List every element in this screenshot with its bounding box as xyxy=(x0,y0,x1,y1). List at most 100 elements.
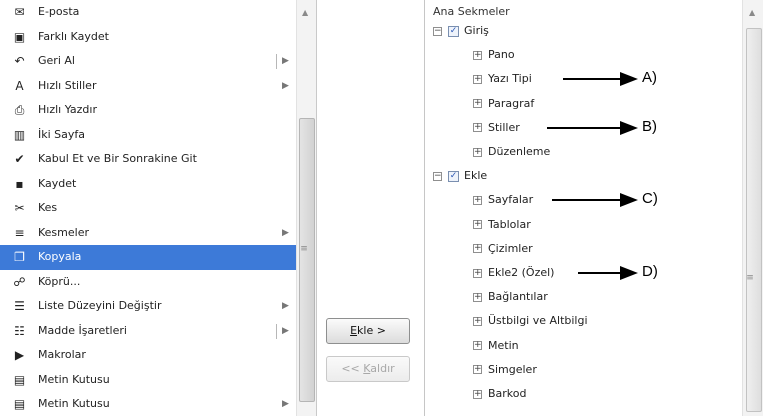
bullets-icon: ☷ xyxy=(14,323,25,338)
tab-checkbox[interactable]: ✓ xyxy=(448,170,459,182)
tree-scrollbar[interactable]: ▲ ≡ xyxy=(742,0,763,416)
tab-checkbox[interactable]: ✓ xyxy=(448,25,459,37)
scroll-up-arrow-icon[interactable]: ▲ xyxy=(302,8,308,17)
tree-node-label: Barkod xyxy=(488,387,527,400)
expand-icon[interactable]: + xyxy=(473,195,482,205)
command-item[interactable]: A Hızlı Stiller ▶ xyxy=(0,74,296,99)
command-item[interactable]: ▤ Metin Kutusu ▶ xyxy=(0,392,296,416)
tree-group-node[interactable]: + Metin xyxy=(473,335,519,357)
expand-icon[interactable]: + xyxy=(473,50,482,60)
email-icon: ✉ xyxy=(14,5,25,19)
submenu-arrow-icon: ▶ xyxy=(282,56,289,66)
expand-icon[interactable]: + xyxy=(473,74,482,84)
tree-group-node[interactable]: + Düzenleme xyxy=(473,141,550,163)
expand-icon[interactable]: + xyxy=(473,389,482,399)
command-label: Hızlı Yazdır xyxy=(38,103,97,116)
command-item[interactable]: ▣ Farklı Kaydet xyxy=(0,25,296,50)
command-item[interactable]: ✉ E-posta xyxy=(0,0,296,25)
arrow-line xyxy=(563,78,620,81)
expand-icon[interactable]: + xyxy=(473,220,482,230)
command-item[interactable]: ▪ Kaydet xyxy=(0,172,296,197)
tree-group-node[interactable]: + Tablolar xyxy=(473,214,531,236)
expand-icon[interactable]: + xyxy=(473,123,482,133)
tree-group-node[interactable]: + Üstbilgi ve Altbilgi xyxy=(473,310,588,332)
tree-group-node[interactable]: + Pano xyxy=(473,44,515,66)
command-label: Hızlı Stiller xyxy=(38,78,97,92)
annotation-label: D) xyxy=(642,263,658,280)
arrow-head-icon xyxy=(620,72,638,87)
add-button[interactable]: Ekle > xyxy=(326,318,410,344)
breaks-icon: ≡ xyxy=(14,225,25,240)
tree-group-node[interactable]: + Barkod xyxy=(473,383,527,405)
expand-icon[interactable]: + xyxy=(473,147,482,157)
command-item[interactable]: ❐ Kopyala xyxy=(0,245,296,270)
submenu-arrow-icon: ▶ xyxy=(282,325,289,336)
copy-icon: ❐ xyxy=(14,250,25,264)
tree-group-node[interactable]: + Yazı Tipi xyxy=(473,68,532,90)
command-label: Kesmeler xyxy=(38,225,89,239)
command-label: Liste Düzeyini Değiştir xyxy=(38,299,162,312)
command-item[interactable]: ☷ Madde İşaretleri ▶ xyxy=(0,319,296,344)
tree-group-node[interactable]: + Paragraf xyxy=(473,93,534,115)
tree-node-label: Sayfalar xyxy=(488,193,534,207)
tree-tab-node[interactable]: − ✓ Ekle xyxy=(433,165,487,187)
tree-node-label: Bağlantılar xyxy=(488,290,548,304)
quick-print-icon: ⎙ xyxy=(14,103,25,117)
arrow-head-icon xyxy=(620,266,638,280)
tree-tab-node[interactable]: − ✓ Giriş xyxy=(433,20,489,42)
collapse-icon[interactable]: − xyxy=(433,171,442,181)
accept-next-icon: ✔ xyxy=(14,152,25,166)
command-item[interactable]: ✂ Kes xyxy=(0,196,296,221)
tree-node-label: Ekle xyxy=(464,169,488,183)
collapse-icon[interactable]: − xyxy=(433,26,442,36)
command-item[interactable]: ✔ Kabul Et ve Bir Sonrakine Git xyxy=(0,147,296,172)
arrow-head-icon xyxy=(620,193,638,208)
text-box-icon: ▤ xyxy=(13,397,26,411)
scroll-up-arrow-icon[interactable]: ▲ xyxy=(749,8,755,17)
arrow-line xyxy=(547,126,620,129)
expand-icon[interactable]: + xyxy=(473,99,482,109)
command-item[interactable]: ▤ Metin Kutusu xyxy=(0,368,296,393)
expand-icon[interactable]: + xyxy=(473,316,482,326)
tree-group-node[interactable]: + Çizimler xyxy=(473,238,533,260)
add-button-label: kle > xyxy=(357,324,386,337)
command-item[interactable]: ☍ Köprü... xyxy=(0,270,296,295)
command-item[interactable]: ≡ Kesmeler ▶ xyxy=(0,221,296,246)
expand-icon[interactable]: + xyxy=(473,244,482,254)
expand-icon[interactable]: + xyxy=(473,268,482,278)
tree-group-node[interactable]: + Stiller xyxy=(473,117,520,139)
tree-group-node[interactable]: + Ekle2 (Özel) xyxy=(473,262,554,284)
tree-node-label: Giriş xyxy=(464,24,489,37)
command-item[interactable]: ▶ Makrolar xyxy=(0,343,296,368)
undo-icon: ↶ xyxy=(14,54,25,68)
submenu-arrow-icon: ▶ xyxy=(282,399,289,409)
cut-icon: ✂ xyxy=(14,201,25,215)
tree-node-label: Stiller xyxy=(488,120,520,134)
command-label: Köprü... xyxy=(38,274,81,288)
expand-icon[interactable]: + xyxy=(473,292,482,302)
save-as-icon: ▣ xyxy=(13,29,26,44)
tree-group-node[interactable]: + Bağlantılar xyxy=(473,286,548,308)
tree-node-label: Ekle2 (Özel) xyxy=(488,266,555,279)
tree-node-label: Çizimler xyxy=(488,241,533,255)
tree-scroll-thumb[interactable] xyxy=(746,28,762,412)
submenu-arrow-icon: ▶ xyxy=(282,80,289,91)
expand-icon[interactable]: + xyxy=(473,365,482,375)
command-label: Kopyala xyxy=(38,250,82,263)
commands-scroll-thumb[interactable] xyxy=(299,118,315,402)
command-label: Kabul Et ve Bir Sonrakine Git xyxy=(38,152,197,165)
command-label: İki Sayfa xyxy=(38,127,86,141)
add-button-accesskey: E xyxy=(350,324,358,337)
command-item[interactable]: ☰ Liste Düzeyini Değiştir ▶ xyxy=(0,294,296,319)
commands-list-panel: ✉ E-posta ▣ Farklı Kaydet ↶ Geri Al ▶ A Hızlı St… xyxy=(0,0,317,416)
command-item[interactable]: ⎙ Hızlı Yazdır xyxy=(0,98,296,123)
submenu-arrow-icon: ▶ xyxy=(282,301,289,311)
expand-icon[interactable]: + xyxy=(473,341,482,351)
remove-button[interactable]: << Kaldır xyxy=(326,356,410,382)
tree-node-label: Tablolar xyxy=(488,217,531,231)
commands-scrollbar[interactable]: ▲ ≡ xyxy=(296,0,316,416)
command-item[interactable]: ▥ İki Sayfa xyxy=(0,123,296,148)
command-item[interactable]: ↶ Geri Al ▶ xyxy=(0,49,296,74)
tree-group-node[interactable]: + Sayfalar xyxy=(473,189,533,211)
tree-group-node[interactable]: + Simgeler xyxy=(473,359,537,381)
